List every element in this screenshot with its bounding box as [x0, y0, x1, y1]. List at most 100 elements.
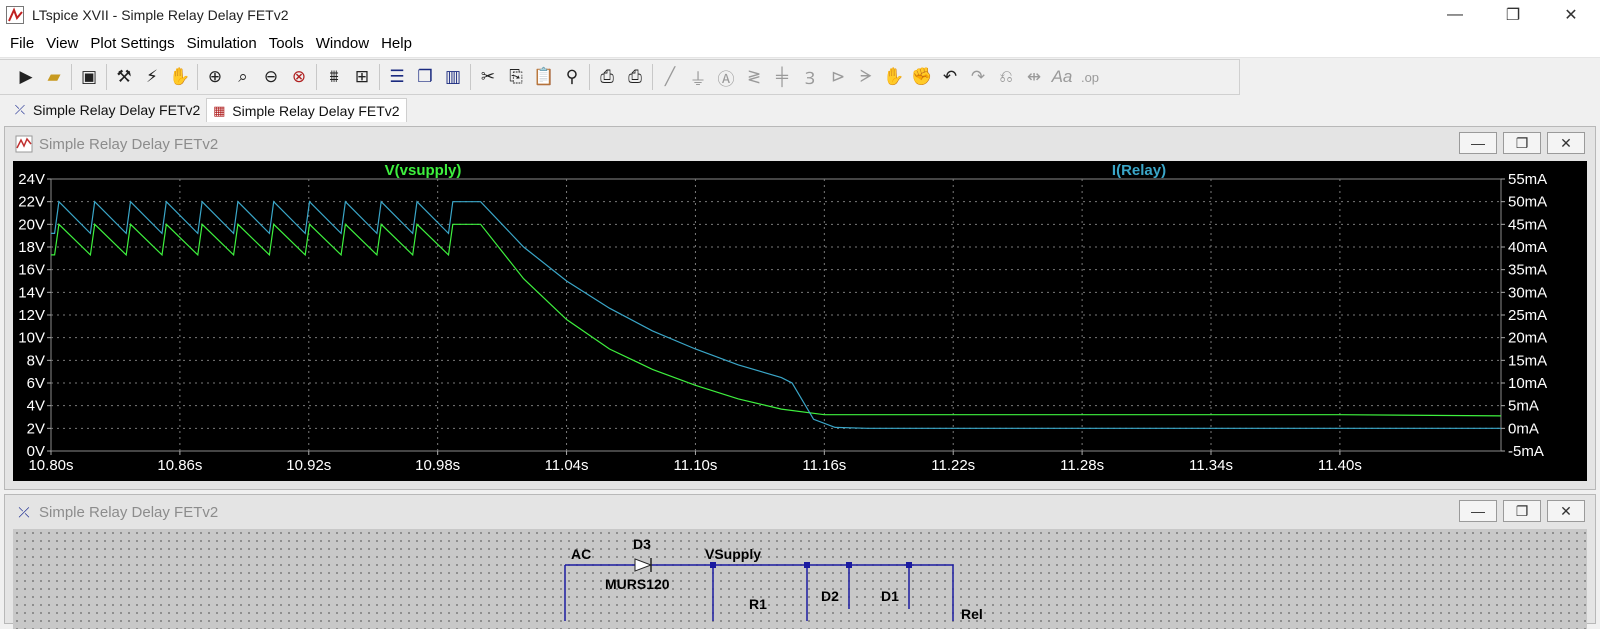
zoom-in-icon[interactable]: ⊕: [201, 63, 229, 91]
component-value-murs120[interactable]: MURS120: [605, 576, 670, 592]
schematic-window-controls: — ❐ ✕: [1459, 500, 1585, 522]
component-icon[interactable]: ᗒ: [852, 63, 880, 91]
print-icon[interactable]: ⎙: [593, 63, 621, 91]
diode-d3-symbol[interactable]: [634, 558, 653, 572]
menu-view[interactable]: View: [40, 30, 84, 58]
drag-icon[interactable]: ✊: [908, 63, 936, 91]
open-icon[interactable]: ▰: [40, 63, 68, 91]
copy-icon[interactable]: ⎘: [502, 63, 530, 91]
control-panel-icon[interactable]: ⚒: [110, 63, 138, 91]
move-icon[interactable]: ✋: [880, 63, 908, 91]
window-controls: — ❐ ✕: [1426, 0, 1600, 30]
component-label-d1[interactable]: D1: [881, 588, 899, 604]
tab-waveform[interactable]: ▦ Simple Relay Delay FETv2: [206, 98, 407, 122]
maximize-button[interactable]: ❐: [1503, 132, 1541, 154]
toolbar-separator: [71, 64, 72, 90]
inductor-icon[interactable]: Ɜ: [796, 63, 824, 91]
net-label-vsupply[interactable]: VSupply: [705, 546, 761, 562]
menu-simulation[interactable]: Simulation: [181, 30, 263, 58]
autorange-icon[interactable]: ⩩: [320, 63, 348, 91]
wire-icon[interactable]: ╱: [656, 63, 684, 91]
paste-icon[interactable]: 📋: [530, 63, 558, 91]
y-tick-label-right: 15mA: [1508, 352, 1547, 369]
y-tick-label-left: 20V: [18, 216, 45, 233]
toolbar-separator: [470, 64, 471, 90]
x-tick-label: 10.80s: [28, 457, 73, 474]
pan-hand-icon[interactable]: ✋: [166, 63, 194, 91]
tab-label: Simple Relay Delay FETv2: [33, 102, 201, 118]
trace-label-relay[interactable]: I(Relay): [1112, 162, 1166, 179]
y-tick-label-right: 45mA: [1508, 216, 1547, 233]
schematic-canvas[interactable]: AC D3 VSupply MURS120 R1 D2 D1 Rel: [13, 529, 1587, 629]
menu-tools[interactable]: Tools: [263, 30, 310, 58]
waveform-icon: ▦: [213, 102, 226, 118]
waveform-window-controls: — ❐ ✕: [1459, 132, 1585, 154]
minimize-button[interactable]: —: [1459, 500, 1497, 522]
save-icon[interactable]: ▣: [75, 63, 103, 91]
resistor-icon[interactable]: ≷: [740, 63, 768, 91]
y-tick-label-left: 12V: [18, 307, 45, 324]
menu-help[interactable]: Help: [375, 30, 418, 58]
spice-directive-icon[interactable]: .op: [1076, 63, 1104, 91]
find-icon[interactable]: ⚲: [558, 63, 586, 91]
close-button[interactable]: ✕: [1547, 132, 1585, 154]
y-tick-label-left: 4V: [27, 398, 45, 415]
y-tick-label-left: 22V: [18, 194, 45, 211]
tile-horizontal-icon[interactable]: ☰: [383, 63, 411, 91]
text-icon[interactable]: Aa: [1048, 63, 1076, 91]
run-man-icon[interactable]: ⚡: [138, 63, 166, 91]
print-setup-icon[interactable]: ⎙: [621, 63, 649, 91]
restore-button[interactable]: ❐: [1484, 0, 1542, 30]
zoom-area-icon[interactable]: ⌕: [229, 63, 257, 91]
y-tick-label-right: 55mA: [1508, 171, 1547, 188]
mirror-icon[interactable]: ⇹: [1020, 63, 1048, 91]
diode-icon[interactable]: ⊳: [824, 63, 852, 91]
minimize-button[interactable]: —: [1459, 132, 1497, 154]
menu-window[interactable]: Window: [310, 30, 375, 58]
rotate-icon[interactable]: ⎌: [992, 63, 1020, 91]
tile-vertical-icon[interactable]: ▥: [439, 63, 467, 91]
schematic-icon: ⤫: [18, 503, 30, 520]
net-label-ac[interactable]: AC: [571, 546, 591, 562]
close-button[interactable]: ✕: [1547, 500, 1585, 522]
waveform-plot[interactable]: 24V22V20V18V16V14V12V10V8V6V4V2V0V55mA50…: [13, 161, 1587, 481]
redo-icon[interactable]: ↷: [964, 63, 992, 91]
component-label-relay[interactable]: Rel: [961, 606, 983, 622]
zoom-cancel-icon[interactable]: ⊗: [285, 63, 313, 91]
cut-icon[interactable]: ✂: [474, 63, 502, 91]
x-tick-label: 11.04s: [545, 457, 589, 474]
close-button[interactable]: ✕: [1542, 0, 1600, 30]
y-tick-label-right: 50mA: [1508, 194, 1547, 211]
component-label-r1[interactable]: R1: [749, 596, 767, 612]
x-tick-label: 11.10s: [673, 457, 717, 474]
maximize-button[interactable]: ❐: [1503, 500, 1541, 522]
component-label-d2[interactable]: D2: [821, 588, 839, 604]
cascade-icon[interactable]: ❐: [411, 63, 439, 91]
label-icon[interactable]: Ⓐ: [712, 63, 740, 91]
ltspice-app-icon[interactable]: [6, 6, 24, 24]
schematic-drawing[interactable]: AC D3 VSupply MURS120 R1 D2 D1 Rel: [13, 529, 1587, 622]
y-tick-label-right: 20mA: [1508, 330, 1547, 347]
series-vsupply-trace: [51, 223, 1502, 417]
menu-plot-settings[interactable]: Plot Settings: [84, 30, 180, 58]
waveform-window: Simple Relay Delay FETv2 — ❐ ✕ 24V 22V 20V…: [4, 126, 1596, 490]
capacitor-icon[interactable]: ╪: [768, 63, 796, 91]
window-title: LTspice XVII - Simple Relay Delay FETv2: [32, 7, 289, 23]
toolbar-separator: [316, 64, 317, 90]
minimize-button[interactable]: —: [1426, 0, 1484, 30]
trace-label-vsupply[interactable]: V(vsupply): [385, 162, 462, 179]
add-plot-icon[interactable]: ⊞: [348, 63, 376, 91]
y-tick-label-left: 24V: [18, 171, 45, 188]
tab-schematic[interactable]: ⤫ Simple Relay Delay FETv2: [8, 98, 206, 122]
x-tick-label: 11.34s: [1189, 457, 1233, 474]
undo-icon[interactable]: ↶: [936, 63, 964, 91]
ground-icon[interactable]: ⏚: [684, 63, 712, 91]
run-icon[interactable]: ▶: [12, 63, 40, 91]
y-tick-label-left: 18V: [18, 239, 45, 256]
zoom-out-icon[interactable]: ⊖: [257, 63, 285, 91]
y-tick-label-left: 14V: [18, 284, 45, 301]
plot-pane[interactable]: 24V 22V 20V 18V 16V 14V 12V 10V 8V 6V 4V 2V 0V 55mA 50…: [13, 161, 1587, 481]
x-tick-label: 11.28s: [1060, 457, 1104, 474]
menu-file[interactable]: File: [4, 30, 40, 58]
component-label-d3[interactable]: D3: [633, 536, 651, 552]
